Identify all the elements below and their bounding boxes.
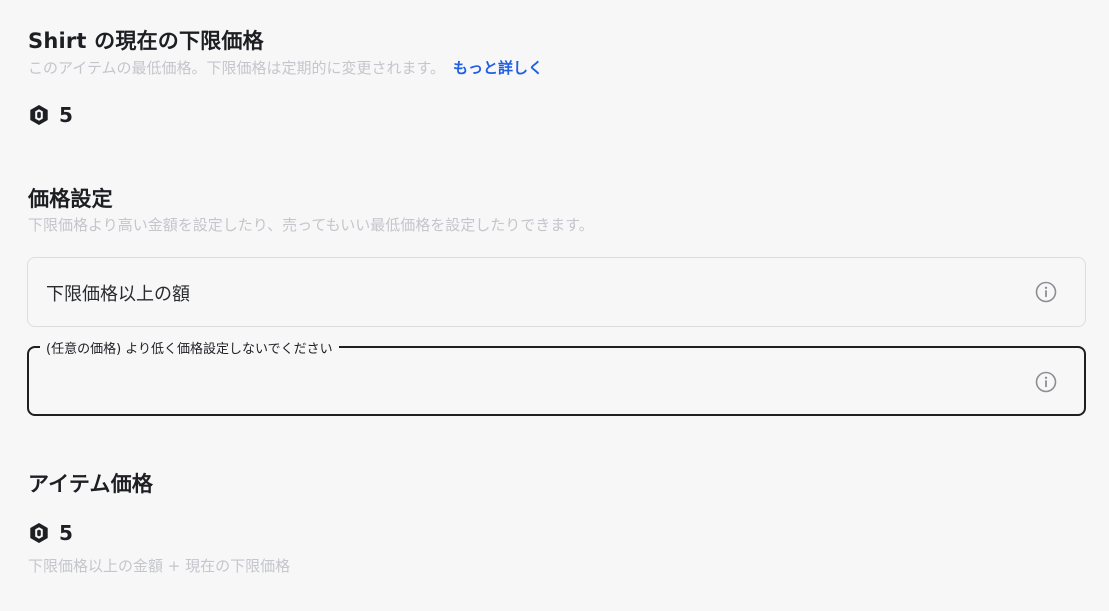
item-price-display: 5 — [28, 521, 73, 545]
above-floor-price-field[interactable]: 下限価格以上の額 — [27, 257, 1086, 327]
price-settings-title: 価格設定 — [28, 187, 113, 211]
floor-price-title: Shirt の現在の下限価格 — [28, 29, 264, 53]
floor-price-description-row: このアイテムの最低価格。下限価格は定期的に変更されます。 もっと詳しく — [28, 57, 543, 78]
robux-icon — [28, 522, 50, 544]
minimum-price-field[interactable]: (任意の価格) より低く価格設定しないでください — [27, 338, 1086, 416]
robux-icon — [28, 104, 50, 126]
floor-price-description: このアイテムの最低価格。下限価格は定期的に変更されます。 — [28, 59, 446, 77]
price-settings-description: 下限価格より高い金額を設定したり、売ってもいい最低価格を設定したりできます。 — [28, 216, 594, 234]
info-icon[interactable] — [1034, 280, 1058, 304]
item-price-value: 5 — [59, 521, 73, 545]
item-price-formula: 下限価格以上の金額 + 現在の下限価格 — [28, 557, 291, 575]
item-price-title: アイテム価格 — [28, 472, 154, 496]
info-icon[interactable] — [1034, 370, 1058, 394]
above-floor-price-placeholder: 下限価格以上の額 — [46, 284, 190, 305]
floor-price-value: 5 — [59, 103, 73, 127]
floor-price-display: 5 — [28, 103, 73, 127]
learn-more-link[interactable]: もっと詳しく — [453, 59, 543, 77]
minimum-price-label: (任意の価格) より低く価格設定しないでください — [40, 338, 339, 357]
